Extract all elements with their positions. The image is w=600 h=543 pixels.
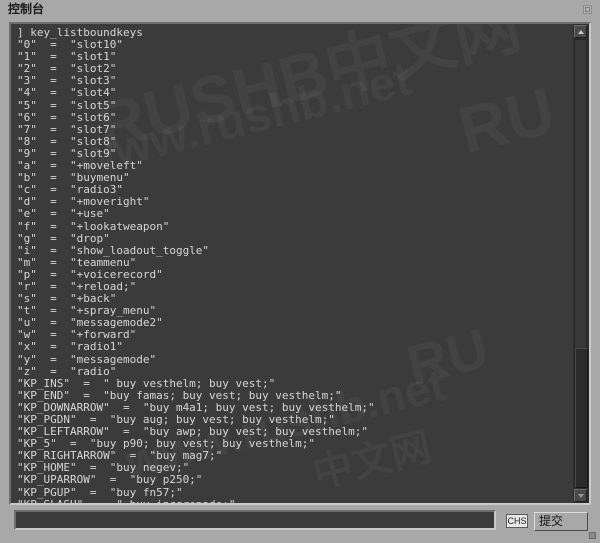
console-command-input[interactable] [14, 510, 496, 530]
scrollbar-thumb[interactable] [575, 348, 588, 488]
chevron-down-icon [577, 493, 584, 498]
console-output-panel[interactable]: RUSHB中文网 www.rushb.net RU RU www.rushb.n… [9, 22, 591, 505]
window-title: 控制台 [8, 2, 45, 16]
chevron-up-icon [577, 29, 584, 34]
console-vertical-scrollbar[interactable] [573, 24, 589, 503]
scrollbar-track[interactable] [574, 39, 588, 488]
console-window: 控制台 RUSHB中文网 www.rushb.net RU RU www.rus… [0, 0, 600, 543]
console-log-text: ] key_listboundkeys "0" = "slot10" "1" =… [17, 26, 375, 505]
ime-mode-indicator[interactable]: CHS [506, 514, 528, 528]
restore-window-icon[interactable] [583, 5, 592, 14]
scroll-down-button[interactable] [574, 489, 587, 502]
window-titlebar[interactable]: 控制台 [0, 0, 600, 18]
window-resize-grip[interactable] [589, 532, 596, 539]
submit-button[interactable]: 提交 [534, 512, 588, 531]
scroll-up-button[interactable] [574, 25, 587, 38]
